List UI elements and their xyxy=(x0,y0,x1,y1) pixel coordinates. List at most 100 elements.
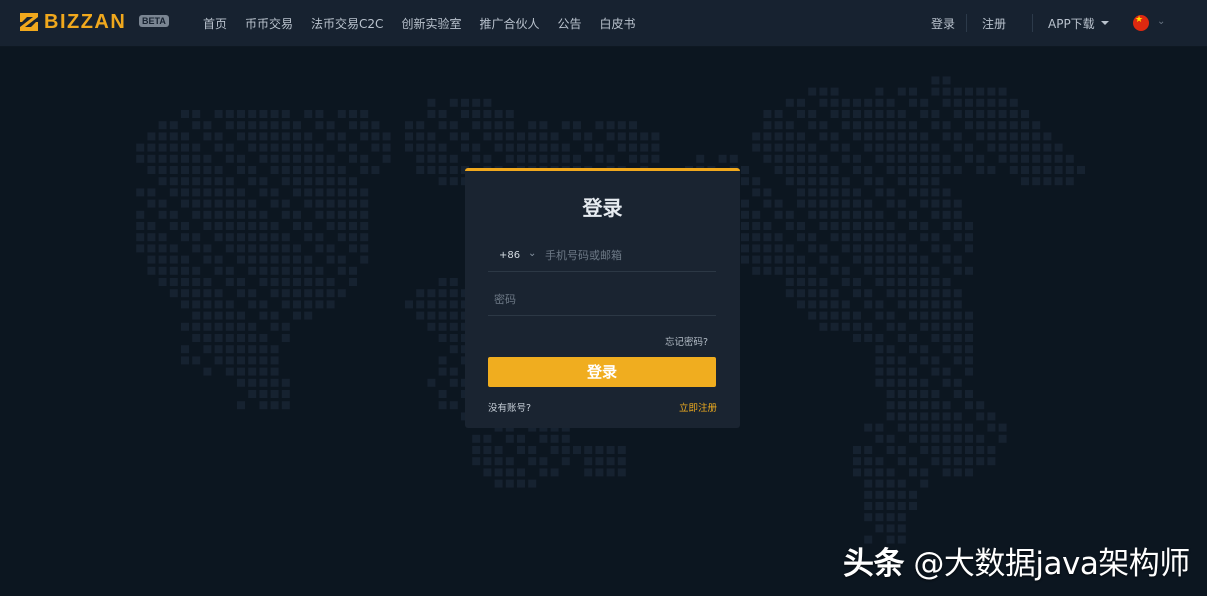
header-register-link[interactable]: 注册 xyxy=(982,0,1006,46)
map-dot xyxy=(281,322,290,331)
map-dot xyxy=(203,300,212,309)
nav-otc-c2c[interactable]: 法币交易C2C xyxy=(311,15,383,32)
map-dot xyxy=(225,233,234,242)
brand-logo[interactable]: BIZZAN xyxy=(18,10,126,34)
map-dot xyxy=(830,87,839,96)
map-dot xyxy=(819,188,828,197)
map-dot xyxy=(136,210,145,219)
map-dot xyxy=(315,177,324,186)
map-dot xyxy=(797,289,805,298)
map-dot xyxy=(1043,166,1052,174)
map-dot xyxy=(416,311,425,320)
password-input[interactable] xyxy=(494,293,709,306)
map-dot xyxy=(875,524,884,533)
map-dot xyxy=(270,367,279,376)
map-dot xyxy=(953,434,962,443)
header-login-link[interactable]: 登录 xyxy=(931,0,955,46)
map-dot xyxy=(886,199,895,208)
nav-announcements[interactable]: 公告 xyxy=(557,15,581,32)
map-dot xyxy=(326,188,335,197)
map-dot xyxy=(416,143,425,152)
map-dot xyxy=(886,513,895,522)
map-dot xyxy=(203,345,212,354)
nav-innovation-lab[interactable]: 创新实验室 xyxy=(401,15,461,32)
map-dot xyxy=(987,132,996,141)
map-dot xyxy=(853,121,861,130)
map-dot xyxy=(909,468,917,477)
map-dot xyxy=(293,244,301,253)
nav-home[interactable]: 首页 xyxy=(203,15,227,32)
country-code-select[interactable]: +86 xyxy=(499,250,520,261)
map-dot xyxy=(853,289,861,298)
map-dot xyxy=(158,266,167,275)
map-dot xyxy=(886,311,895,320)
map-dot xyxy=(909,345,917,354)
map-dot xyxy=(942,98,951,107)
map-dot xyxy=(214,166,223,174)
map-dot xyxy=(169,154,178,163)
map-dot xyxy=(920,255,929,264)
map-dot xyxy=(438,401,447,410)
login-submit-button[interactable]: 登录 xyxy=(488,357,716,387)
account-input[interactable] xyxy=(545,249,710,262)
map-dot xyxy=(214,300,223,309)
map-dot xyxy=(819,322,828,331)
map-dot xyxy=(169,132,178,141)
map-dot xyxy=(584,457,593,466)
map-dot xyxy=(225,300,234,309)
map-dot xyxy=(797,300,805,309)
map-dot xyxy=(897,110,906,118)
map-dot xyxy=(841,210,850,219)
map-dot xyxy=(942,87,951,96)
map-dot xyxy=(1009,121,1018,130)
map-dot xyxy=(315,199,324,208)
map-dot xyxy=(438,154,447,163)
map-dot xyxy=(449,177,458,186)
nav-whitepaper[interactable]: 白皮书 xyxy=(599,15,635,32)
map-dot xyxy=(931,166,940,174)
map-dot xyxy=(819,210,828,219)
map-dot xyxy=(953,322,962,331)
map-dot xyxy=(830,166,839,174)
map-dot xyxy=(237,289,245,298)
map-dot xyxy=(953,334,962,342)
app-download-dropdown[interactable]: APP下载 xyxy=(1048,0,1109,46)
map-dot xyxy=(864,289,873,298)
nav-spot-trading[interactable]: 币币交易 xyxy=(245,15,293,32)
map-dot xyxy=(606,132,615,141)
map-dot xyxy=(931,423,940,432)
map-dot xyxy=(897,121,906,130)
map-dot xyxy=(942,300,951,309)
map-dot xyxy=(315,121,324,130)
map-dot xyxy=(785,278,794,286)
map-dot xyxy=(864,210,873,219)
map-dot xyxy=(909,244,917,253)
chevron-down-icon[interactable]: ⌄ xyxy=(1157,16,1165,27)
map-dot xyxy=(920,177,929,186)
map-dot xyxy=(259,300,268,309)
map-dot xyxy=(830,188,839,197)
china-flag-icon[interactable]: ★ xyxy=(1133,15,1149,31)
map-dot xyxy=(942,434,951,443)
map-dot xyxy=(752,132,761,141)
map-dot xyxy=(192,311,201,320)
map-dot xyxy=(853,154,861,163)
forgot-password-link[interactable]: 忘记密码? xyxy=(665,334,708,348)
map-dot xyxy=(853,132,861,141)
map-dot xyxy=(192,266,201,275)
map-dot xyxy=(539,468,548,477)
map-dot xyxy=(158,121,167,130)
map-dot xyxy=(909,378,917,387)
map-dot xyxy=(931,87,940,96)
map-dot xyxy=(976,121,985,130)
map-dot xyxy=(651,154,660,163)
map-dot xyxy=(539,143,548,152)
map-dot xyxy=(214,210,223,219)
map-dot xyxy=(136,244,145,253)
map-dot xyxy=(349,177,357,186)
chevron-down-icon[interactable]: ⌄ xyxy=(528,248,536,259)
nav-partner[interactable]: 推广合伙人 xyxy=(479,15,539,32)
register-now-link[interactable]: 立即注册 xyxy=(679,400,717,414)
map-dot xyxy=(920,322,929,331)
map-dot xyxy=(785,121,794,130)
